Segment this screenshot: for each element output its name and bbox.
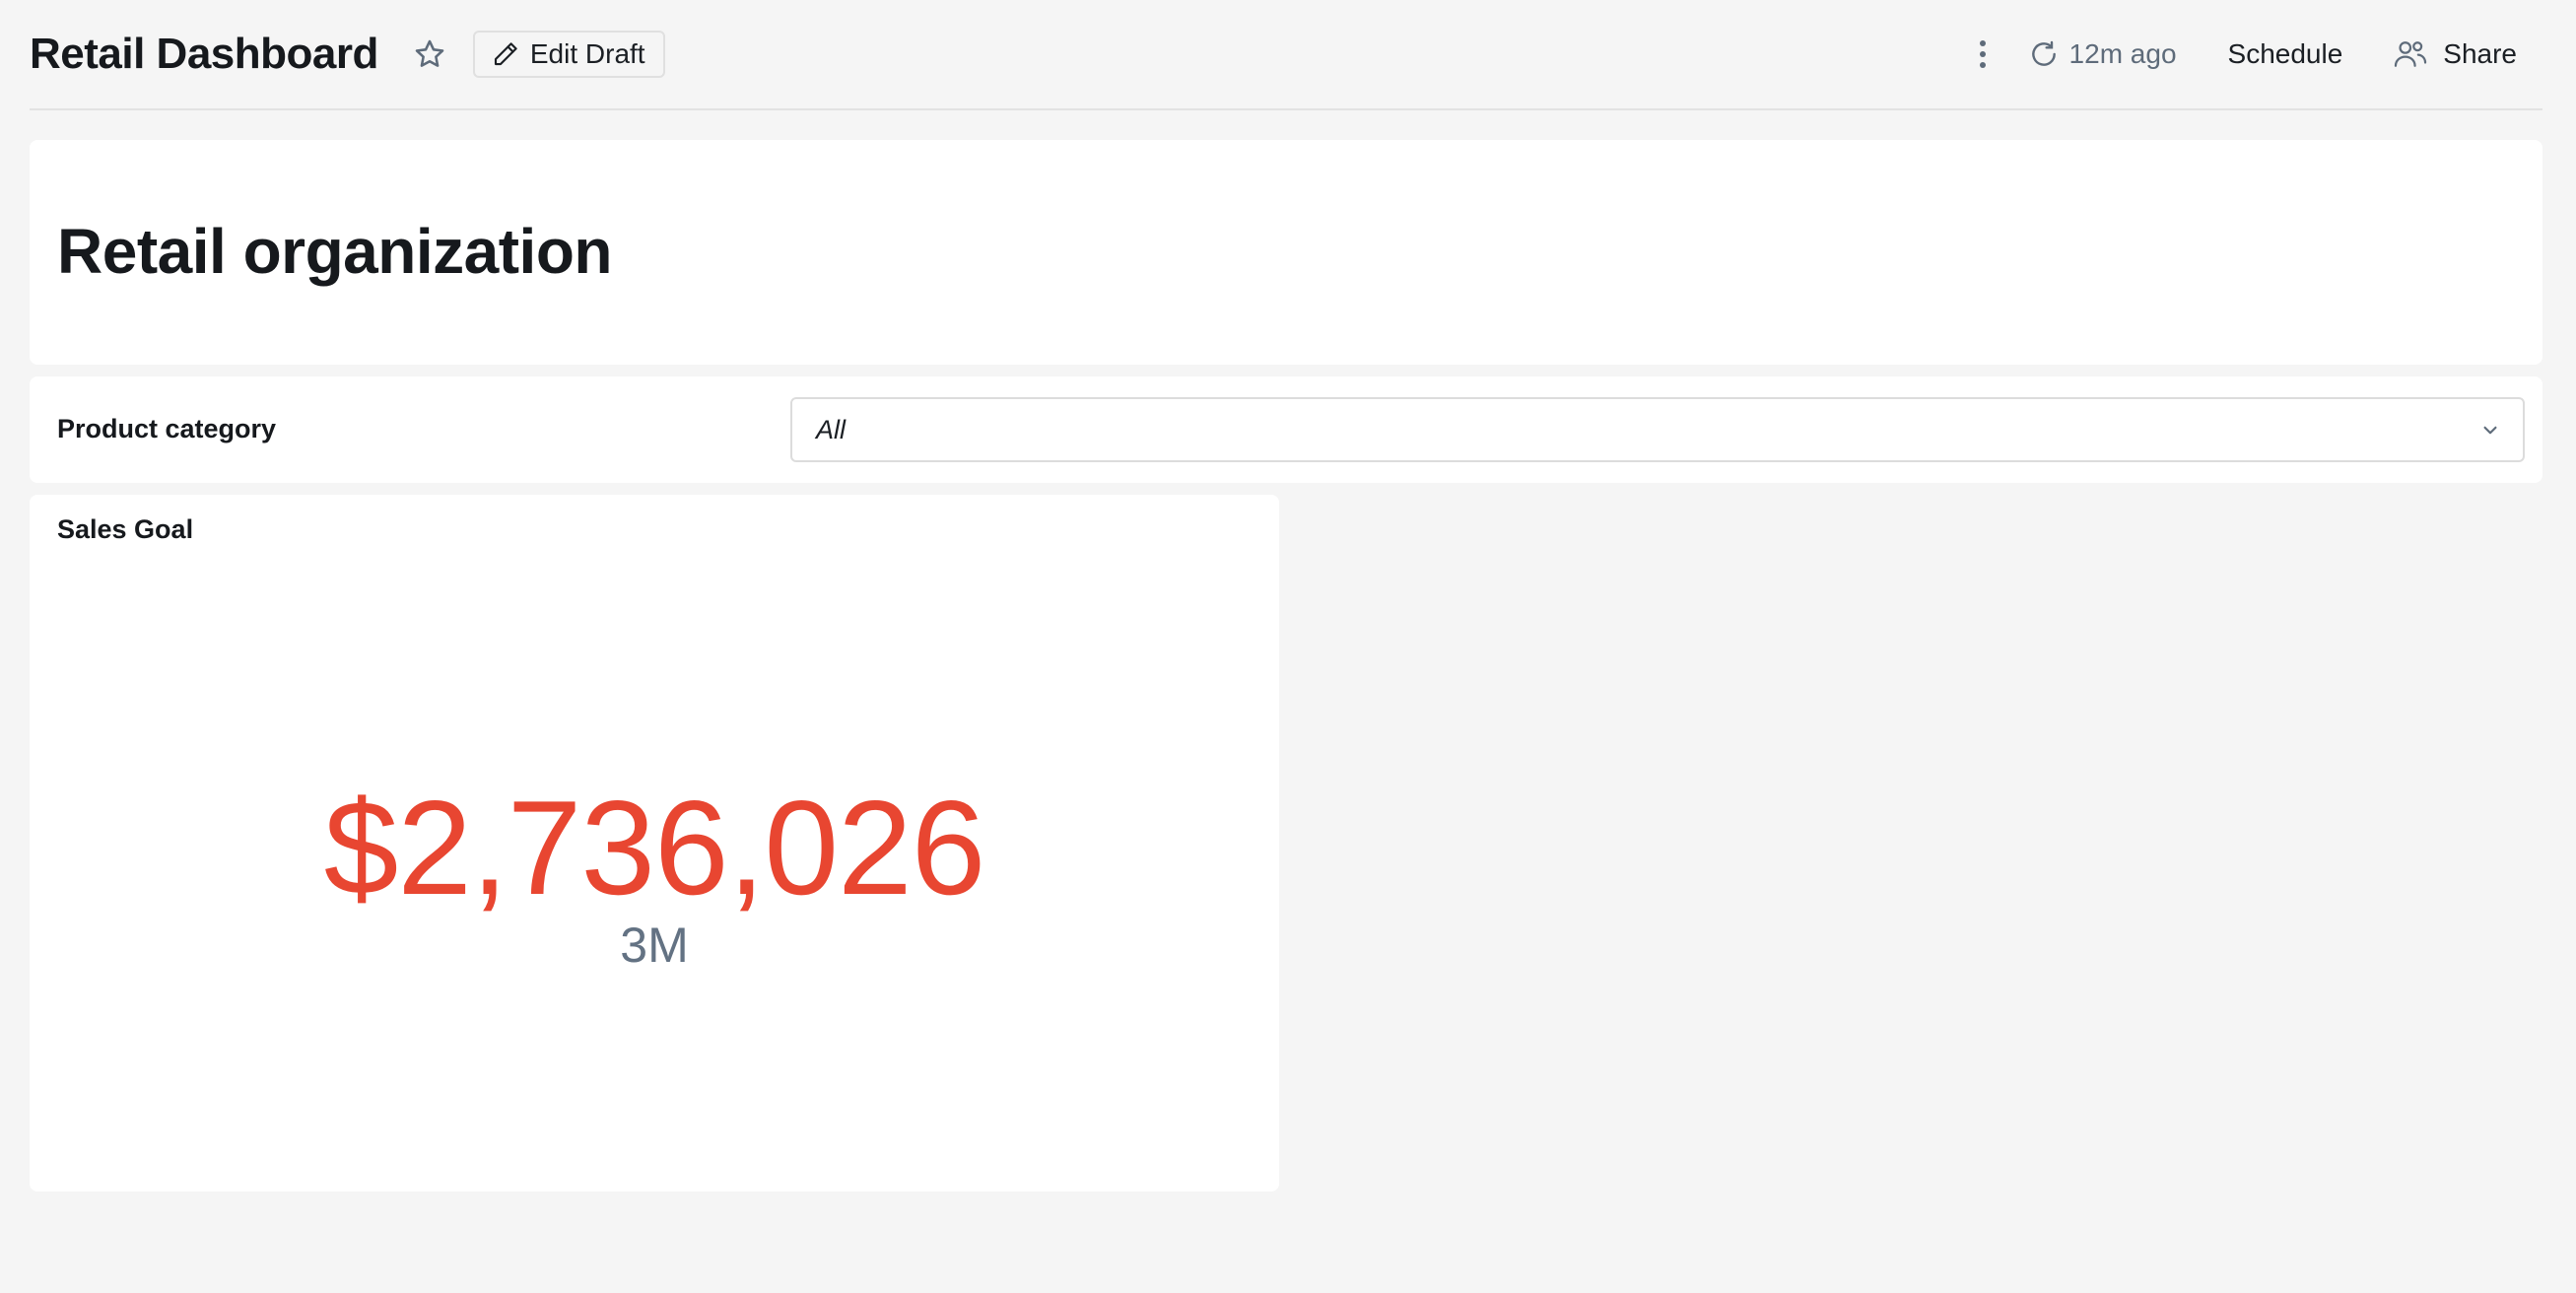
section-heading: Retail organization: [57, 216, 613, 287]
dashboard-page: Retail Dashboard Edit Draft 12m ago Sche…: [0, 0, 2576, 1293]
header-actions: 12m ago Schedule Share: [1963, 0, 2542, 108]
refresh-icon: [2031, 40, 2056, 66]
last-refreshed-label: 12m ago: [2068, 38, 2177, 69]
dashboard-title: Retail Dashboard: [30, 30, 378, 78]
more-vertical-icon: [1979, 40, 1986, 68]
schedule-button[interactable]: Schedule: [2228, 38, 2343, 70]
kpi-target: 3M: [620, 918, 689, 973]
filter-label: Product category: [57, 414, 277, 443]
filter-widget: Product category All: [30, 376, 2542, 483]
chevron-down-icon: [2483, 426, 2497, 435]
favorite-button[interactable]: [408, 33, 451, 76]
edit-draft-button[interactable]: Edit Draft: [472, 31, 665, 78]
share-button[interactable]: Share: [2394, 38, 2517, 70]
kpi-value: $2,736,026: [323, 773, 986, 922]
more-options-button[interactable]: [1963, 27, 2002, 82]
pencil-icon: [494, 42, 517, 66]
star-icon: [415, 39, 444, 67]
edit-draft-label: Edit Draft: [529, 38, 645, 69]
share-label: Share: [2443, 38, 2517, 69]
filter-selected-value: All: [816, 414, 847, 444]
product-category-select[interactable]: All: [790, 397, 2525, 462]
refresh-button[interactable]: 12m ago: [2028, 38, 2177, 70]
text-widget: Retail organization: [30, 140, 2542, 365]
users-icon: [2395, 41, 2427, 67]
dashboard-header: Retail Dashboard Edit Draft 12m ago Sche…: [30, 0, 2542, 110]
kpi-title: Sales Goal: [57, 514, 194, 544]
kpi-widget: Sales Goal $2,736,026 3M: [30, 495, 1279, 1191]
